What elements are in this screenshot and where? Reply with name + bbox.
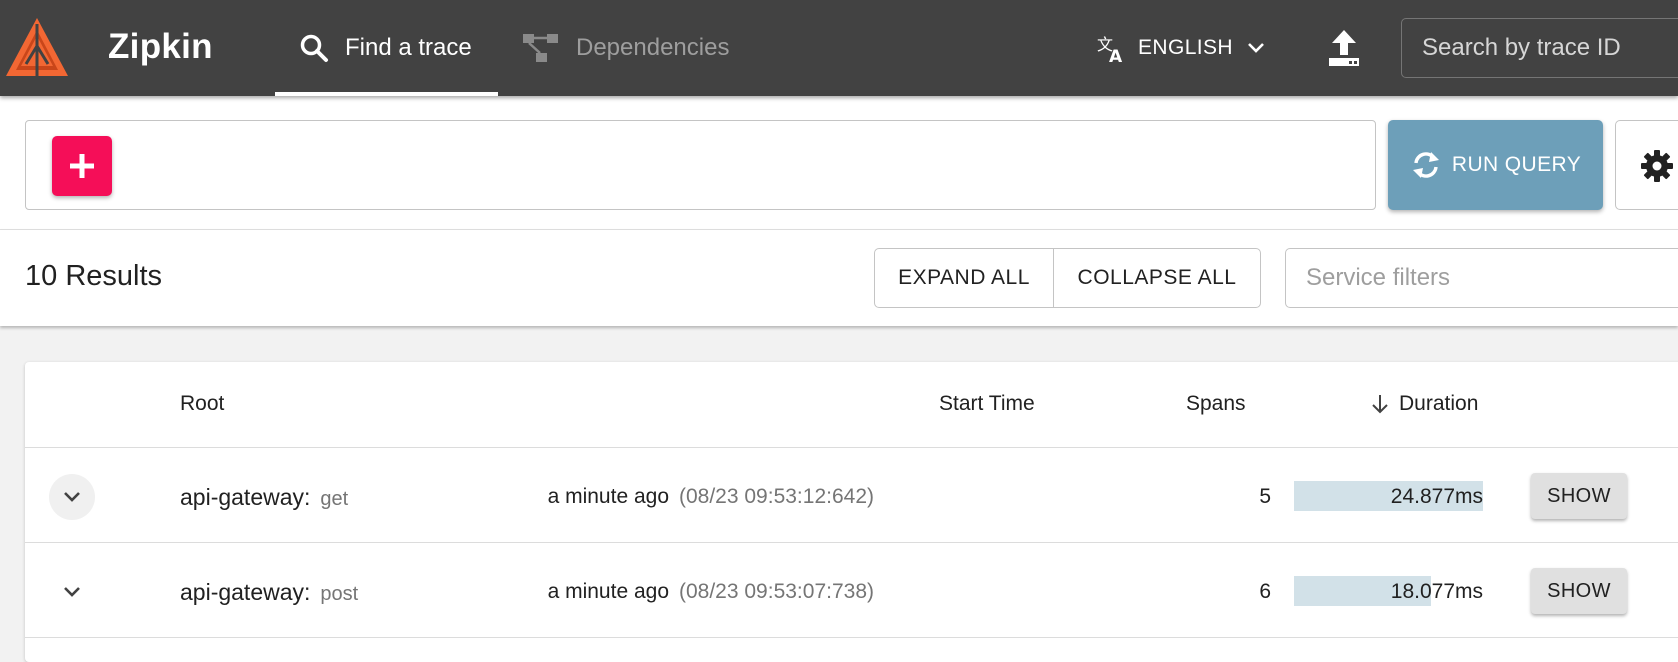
search-criteria-box[interactable] (25, 120, 1376, 210)
root-span: api-gateway: get (180, 484, 348, 511)
root-span: api-gateway: post (180, 579, 358, 606)
translate-icon: 文 A (1097, 35, 1123, 63)
search-icon (300, 34, 328, 62)
table-row[interactable]: api-gateway: get a minute ago (08/23 09:53… (25, 448, 1678, 543)
table-header: Root Start Time Spans Duration (25, 362, 1678, 448)
start-time: a minute ago (08/23 09:53:12:642) (548, 485, 874, 509)
column-header-spans[interactable]: Spans (1186, 392, 1246, 416)
expand-row-button[interactable] (49, 474, 95, 520)
upload-icon[interactable] (1326, 28, 1362, 68)
start-time: a minute ago (08/23 09:53:07:738) (548, 580, 874, 604)
show-trace-button[interactable]: SHOW (1531, 568, 1627, 614)
gear-icon (1641, 150, 1673, 182)
traces-table: Root Start Time Spans Duration api-gatew… (25, 362, 1678, 662)
column-header-duration[interactable]: Duration (1371, 392, 1478, 416)
show-trace-button[interactable]: SHOW (1531, 473, 1627, 519)
active-tab-indicator (275, 92, 498, 96)
app-title[interactable]: Zipkin (108, 27, 213, 67)
expand-collapse-group: EXPAND ALL COLLAPSE ALL (874, 248, 1261, 308)
settings-button[interactable] (1615, 120, 1678, 210)
start-time-absolute: (08/23 09:53:12:642) (679, 485, 874, 508)
language-selector[interactable]: 文 A ENGLISH (1096, 0, 1265, 96)
expand-all-button[interactable]: EXPAND ALL (875, 249, 1054, 307)
root-method: get (320, 488, 349, 510)
trace-id-search-input[interactable] (1401, 18, 1678, 78)
tab-dependencies[interactable]: Dependencies (498, 0, 758, 96)
query-section: RUN QUERY (0, 96, 1678, 230)
duration-header-label: Duration (1399, 392, 1479, 415)
chevron-down-icon (64, 587, 80, 597)
run-query-button[interactable]: RUN QUERY (1388, 120, 1603, 210)
service-filters-input[interactable] (1285, 248, 1678, 308)
run-query-label: RUN QUERY (1451, 153, 1582, 176)
dependencies-icon (523, 34, 558, 62)
column-header-start-time[interactable]: Start Time (939, 392, 1035, 416)
plus-icon (70, 154, 94, 178)
duration-value: 24.877ms (1390, 485, 1483, 508)
chevron-down-icon (64, 492, 80, 502)
sync-icon (1412, 152, 1439, 178)
root-method: post (320, 583, 359, 605)
root-service: api-gateway: (180, 579, 311, 605)
span-count: 6 (1259, 580, 1271, 603)
duration-cell: 24.877ms (1294, 481, 1483, 511)
start-time-relative: a minute ago (547, 580, 669, 603)
collapse-all-button[interactable]: COLLAPSE ALL (1054, 249, 1260, 307)
arrow-down-icon (1372, 395, 1388, 414)
duration-cell: 18.077ms (1294, 576, 1483, 606)
expand-row-button[interactable] (49, 569, 95, 615)
table-row[interactable]: api-gateway: post a minute ago (08/23 09:5… (25, 543, 1678, 638)
root-service: api-gateway: (180, 484, 311, 510)
results-bar: 10 Results EXPAND ALL COLLAPSE ALL (0, 230, 1678, 326)
tab-find-a-trace-label: Find a trace (345, 34, 472, 61)
results-count: 10 Results (25, 260, 163, 292)
add-criteria-button[interactable] (52, 136, 112, 196)
svg-text:A: A (1109, 47, 1123, 63)
language-label: ENGLISH (1138, 36, 1233, 59)
app-header: Zipkin Find a trace Dependencies 文 A ENG… (0, 0, 1678, 96)
column-header-root[interactable]: Root (180, 392, 224, 416)
tab-dependencies-label: Dependencies (576, 34, 730, 61)
span-count: 5 (1259, 485, 1271, 508)
duration-value: 18.077ms (1390, 580, 1483, 603)
tab-find-a-trace[interactable]: Find a trace (275, 0, 498, 96)
start-time-absolute: (08/23 09:53:07:738) (679, 580, 874, 603)
start-time-relative: a minute ago (547, 485, 669, 508)
zipkin-logo-icon[interactable] (4, 16, 70, 80)
chevron-down-icon (1248, 43, 1264, 53)
